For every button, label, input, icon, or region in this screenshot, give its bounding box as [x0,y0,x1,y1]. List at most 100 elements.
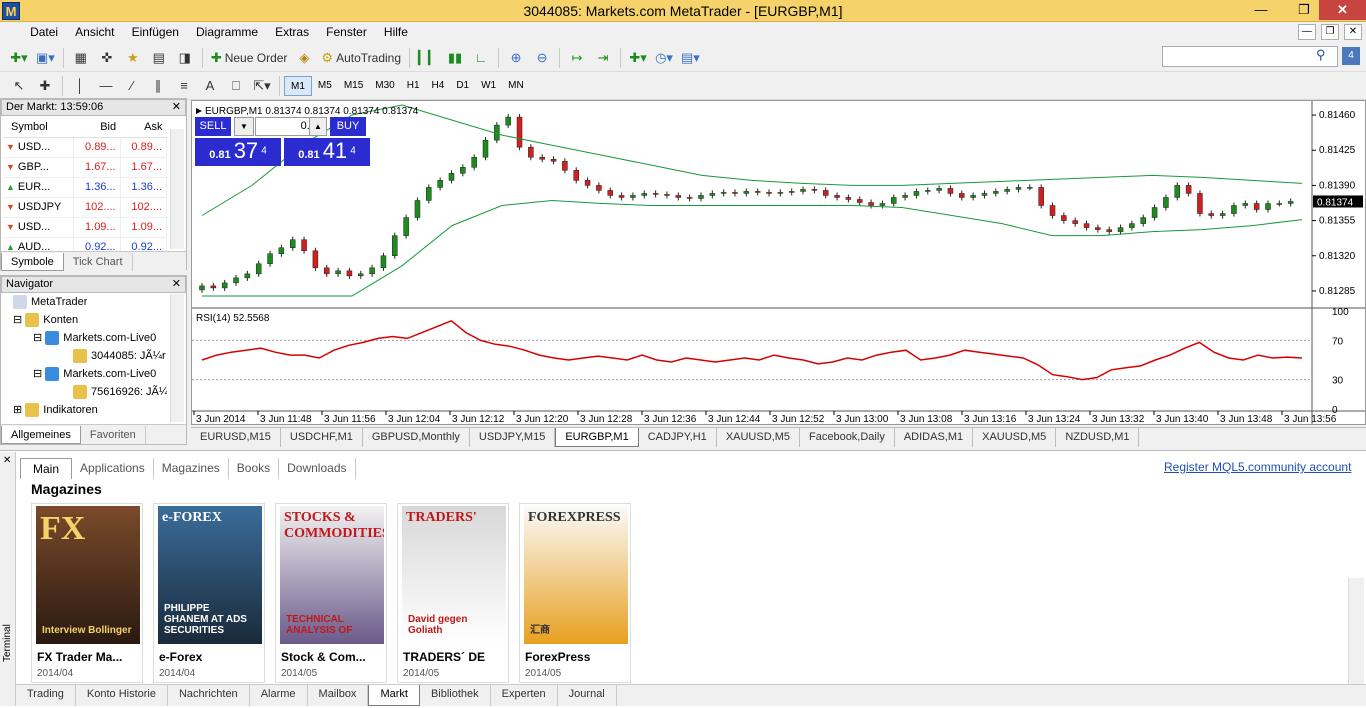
register-mql5-link[interactable]: Register MQL5.community account [1164,460,1351,474]
lot-decrease-icon[interactable]: ▼ [234,117,254,136]
zoom-in-icon[interactable]: ⊕ [505,47,527,69]
mailbox-icon[interactable]: 4 [1342,47,1360,65]
close-icon[interactable]: ✕ [172,277,181,292]
tab-general[interactable]: Allgemeines [1,426,81,444]
terminal-tab[interactable]: Markt [368,685,420,706]
text-label-icon[interactable]: ⎕ [225,75,247,97]
cursor-icon[interactable]: ↖ [8,75,30,97]
market-row[interactable]: ▼ GBP... 1.67... 1.67... [3,157,168,178]
magazine-card[interactable]: STOCKS & COMMODITIES TECHNICAL ANALYSIS O… [275,503,387,683]
mdi-minimize-button[interactable]: — [1297,24,1316,40]
arrows-icon[interactable]: ⇱▾ [251,75,273,97]
candlestick-icon[interactable]: ▮▮ [444,47,466,69]
magazine-cover[interactable]: TRADERS' David gegen Goliath [402,506,506,644]
market-watch-scrollbar[interactable] [170,129,184,249]
metaeditor-icon[interactable]: ◈ [293,47,315,69]
magazine-cover[interactable]: FX Interview Bollinger [36,506,140,644]
autotrading-button[interactable]: ⚙ AutoTrading [319,47,403,69]
navigator-scrollbar[interactable] [170,294,184,422]
timeframe-m15[interactable]: M15 [338,76,369,96]
column-bid[interactable]: Bid [73,117,121,138]
magazine-card[interactable]: FX Interview Bollinger FX Trader Ma... 2014… [31,503,143,683]
equidistant-channel-icon[interactable]: ∥ [147,75,169,97]
chart-tab[interactable]: ADIDAS,M1 [895,428,974,447]
navigator-icon[interactable]: ★ [122,47,144,69]
magazine-card[interactable]: FOREXPRESS 汇商 ForexPress 2014/05 [519,503,631,683]
tab-tick-chart[interactable]: Tick Chart [64,253,133,271]
auto-scroll-icon[interactable]: ↦ [566,47,588,69]
trendline-icon[interactable]: ∕ [121,75,143,97]
close-icon[interactable]: ✕ [3,455,11,466]
terminal-tab[interactable]: Alarme [250,685,308,706]
sell-button[interactable]: SELL [195,117,231,136]
menu-fenster[interactable]: Fenster [319,22,374,43]
tab-favorites[interactable]: Favoriten [81,426,146,444]
chart-tab[interactable]: EURGBP,M1 [555,428,639,447]
terminal-tab[interactable]: Nachrichten [168,685,250,706]
buy-button[interactable]: BUY [330,117,366,136]
nav-server-2[interactable]: ⊟ Markets.com-Live0 [33,367,167,382]
market-tab-downloads[interactable]: Downloads [279,458,356,479]
search-icon[interactable]: ⚲ [1316,47,1326,63]
tab-symbols[interactable]: Symbole [1,253,64,271]
column-symbol[interactable]: Symbol [3,117,74,138]
fibonacci-icon[interactable]: ≡ [173,75,195,97]
magazine-card[interactable]: e-FOREX PHILIPPE GHANEM AT ADS SECURITIES… [153,503,265,683]
timeframe-w1[interactable]: W1 [475,76,502,96]
timeframe-h1[interactable]: H1 [401,76,426,96]
column-ask[interactable]: Ask [120,117,167,138]
search-input[interactable] [1162,46,1338,67]
chart-tab[interactable]: USDCHF,M1 [281,428,363,447]
profiles-icon[interactable]: ▣▾ [34,47,57,69]
market-row[interactable]: ▼ USDJPY 102.... 102.... [3,197,168,218]
bar-chart-icon[interactable]: ▎▎ [416,47,440,69]
terminal-tab[interactable]: Experten [491,685,558,706]
chart-tab[interactable]: NZDUSD,M1 [1056,428,1140,447]
minimize-button[interactable]: — [1247,0,1275,20]
menu-datei[interactable]: Datei [23,22,65,43]
horizontal-line-icon[interactable]: — [95,75,117,97]
terminal-icon[interactable]: ▤ [148,47,170,69]
data-window-icon[interactable]: ✜ [96,47,118,69]
text-icon[interactable]: A [199,75,221,97]
crosshair-icon[interactable]: ✚ [34,75,56,97]
vertical-line-icon[interactable]: │ [69,75,91,97]
nav-root[interactable]: MetaTrader [13,295,87,309]
terminal-tab[interactable]: Journal [558,685,617,706]
timeframe-mn[interactable]: MN [502,76,530,96]
market-tab-applications[interactable]: Applications [72,458,154,479]
mdi-restore-button[interactable]: ❐ [1320,24,1339,40]
periods-icon[interactable]: ◷▾ [653,47,675,69]
chart-tab[interactable]: CADJPY,H1 [639,428,717,447]
buy-price[interactable]: 0.81 41 4 [284,138,370,166]
zoom-out-icon[interactable]: ⊖ [531,47,553,69]
menu-ansicht[interactable]: Ansicht [68,22,121,43]
new-order-button[interactable]: ✚ Neue Order [209,47,290,69]
timeframe-d1[interactable]: D1 [450,76,475,96]
chart-tab[interactable]: XAUUSD,M5 [717,428,800,447]
nav-indicators[interactable]: ⊞ Indikatoren [13,403,98,418]
chart-tab[interactable]: XAUUSD,M5 [973,428,1057,447]
terminal-tab[interactable]: Trading [16,685,76,706]
new-chart-icon[interactable]: ✚▾ [8,47,30,69]
chart-tab[interactable]: Facebook,Daily [800,428,895,447]
terminal-tab[interactable]: Bibliothek [420,685,491,706]
lot-increase-icon[interactable]: ▲ [309,117,327,136]
market-watch-icon[interactable]: ▦ [70,47,92,69]
terminal-tab[interactable]: Mailbox [308,685,369,706]
market-tab-magazines[interactable]: Magazines [154,458,229,479]
mdi-close-button[interactable]: ✕ [1344,24,1362,40]
chart-tab[interactable]: EURUSD,M15 [191,428,281,447]
nav-server-1[interactable]: ⊟ Markets.com-Live0 [33,331,167,346]
magazine-cover[interactable]: STOCKS & COMMODITIES TECHNICAL ANALYSIS O… [280,506,384,644]
strategy-tester-icon[interactable]: ◨ [174,47,196,69]
templates-icon[interactable]: ▤▾ [679,47,702,69]
magazine-cover[interactable]: FOREXPRESS 汇商 [524,506,628,644]
menu-diagramme[interactable]: Diagramme [189,22,265,43]
menu-einfuegen[interactable]: Einfügen [125,22,186,43]
market-row[interactable]: ▲ EUR... 1.36... 1.36... [3,177,168,198]
magazine-card[interactable]: TRADERS' David gegen Goliath TRADERS´ DE 20… [397,503,509,683]
timeframe-m30[interactable]: M30 [369,76,400,96]
chart-tab[interactable]: USDJPY,M15 [470,428,556,447]
timeframe-h4[interactable]: H4 [426,76,451,96]
